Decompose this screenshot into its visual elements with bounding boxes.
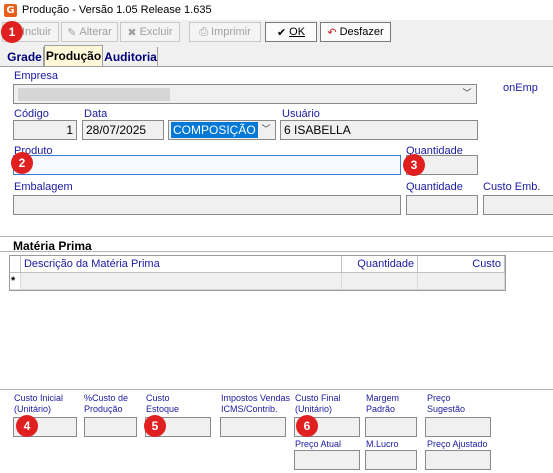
tab-auditoria[interactable]: Auditoria xyxy=(104,47,158,66)
section-divider xyxy=(0,251,553,252)
grid-header: Descrição da Matéria Prima Quantidade Cu… xyxy=(10,256,505,273)
margem-padrao-field[interactable] xyxy=(365,417,417,437)
tab-producao[interactable]: Produção xyxy=(44,45,103,66)
grid-indicator-header xyxy=(10,256,21,273)
printer-icon: ⎙ xyxy=(199,25,209,38)
empresa-value-redacted xyxy=(18,88,170,101)
m-lucro-field[interactable] xyxy=(365,450,417,470)
tipo-select[interactable]: COMPOSIÇÃO ﹀ xyxy=(168,120,276,140)
grid-header-custo[interactable]: Custo xyxy=(418,256,505,273)
tab-grade[interactable]: Grade xyxy=(6,47,44,66)
preco-sugestao-label: Preço Sugestão xyxy=(427,393,466,414)
excluir-label: Excluir xyxy=(139,26,173,38)
custo-estoque-label: Custo Estoque xyxy=(146,393,180,414)
check-icon: ✔ xyxy=(276,25,287,39)
annotation-marker-5: 5 xyxy=(144,415,166,437)
grid-cell-quantidade[interactable] xyxy=(342,273,419,290)
produto-field[interactable] xyxy=(13,155,401,175)
grid-header-quantidade[interactable]: Quantidade xyxy=(342,256,419,273)
section-divider xyxy=(0,389,553,390)
custo-emb-field[interactable] xyxy=(483,195,553,215)
ok-button[interactable]: ✔ OK xyxy=(265,22,317,42)
quantidade-embalagem-label: Quantidade xyxy=(406,181,463,193)
undo-icon: ↶ xyxy=(327,25,337,39)
impostos-field[interactable] xyxy=(220,417,286,437)
pct-custo-label: %Custo de Produção xyxy=(84,393,129,414)
custo-inicial-label: Custo Inicial (Unitário) xyxy=(14,393,64,414)
preco-sugestao-field[interactable] xyxy=(425,417,491,437)
excluir-button[interactable]: ✖ Excluir xyxy=(120,22,180,42)
data-field[interactable]: 28/07/2025 xyxy=(82,120,164,140)
new-row-indicator: * xyxy=(10,273,21,290)
quantidade-embalagem-field[interactable] xyxy=(406,195,478,215)
ok-label: OK xyxy=(289,26,306,38)
annotation-marker-3: 3 xyxy=(403,154,425,176)
preco-ajustado-label: Preço Ajustado xyxy=(427,439,488,449)
annotation-marker-1: 1 xyxy=(1,21,23,43)
grid-new-row[interactable]: * xyxy=(10,273,505,290)
m-lucro-label: M.Lucro xyxy=(366,439,399,449)
embalagem-field[interactable] xyxy=(13,195,401,215)
section-divider xyxy=(0,236,553,237)
grid-cell-custo[interactable] xyxy=(418,273,505,290)
annotation-marker-4: 4 xyxy=(16,415,38,437)
margem-padrao-label: Margem Padrão xyxy=(366,393,400,414)
delete-icon: ✖ xyxy=(127,25,137,39)
window-title: Produção - Versão 1.05 Release 1.635 xyxy=(22,4,212,16)
pct-custo-field[interactable] xyxy=(84,417,137,437)
app-logo-icon: G xyxy=(4,3,17,17)
embalagem-label: Embalagem xyxy=(14,181,73,193)
grid-cell-descricao[interactable] xyxy=(20,273,343,290)
custo-final-label: Custo Final (Unitário) xyxy=(295,393,341,414)
preco-atual-label: Preço Atual xyxy=(295,439,342,449)
annotation-marker-2: 2 xyxy=(11,152,33,174)
usuario-field[interactable]: 6 ISABELLA xyxy=(280,120,478,140)
tipo-selected-value: COMPOSIÇÃO xyxy=(171,122,258,138)
impostos-label: Impostos Vendas ICMS/Contrib. xyxy=(221,393,291,414)
chevron-down-icon: ﹀ xyxy=(261,125,271,135)
codigo-field[interactable]: 1 xyxy=(13,120,77,140)
empresa-label: Empresa xyxy=(14,70,59,82)
empresa-select[interactable]: ﹀ xyxy=(13,84,477,104)
tab-strip: Grade Produção Auditoria xyxy=(0,45,553,66)
title-bar: G Produção - Versão 1.05 Release 1.635 xyxy=(0,0,553,20)
desfazer-button[interactable]: ↶ Desfazer xyxy=(320,22,391,42)
codigo-label: Código xyxy=(14,108,49,120)
toolbar: + Incluir ✎ Alterar ✖ Excluir ⎙ Imprimir… xyxy=(0,20,553,44)
grid-header-descricao[interactable]: Descrição da Matéria Prima xyxy=(21,256,343,273)
imprimir-label: Imprimir xyxy=(211,26,251,38)
preco-ajustado-field[interactable] xyxy=(425,450,491,470)
usuario-label: Usuário xyxy=(282,108,320,120)
custo-emb-label: Custo Emb. xyxy=(483,181,541,193)
preco-atual-field[interactable] xyxy=(294,450,360,470)
alterar-button[interactable]: ✎ Alterar xyxy=(61,22,118,42)
alterar-label: Alterar xyxy=(79,26,112,38)
empresa-trailing-label: onEmp xyxy=(503,82,538,94)
imprimir-button[interactable]: ⎙ Imprimir xyxy=(189,22,261,42)
materia-prima-grid[interactable]: Descrição da Matéria Prima Quantidade Cu… xyxy=(9,255,506,291)
incluir-label: Incluir xyxy=(21,26,52,38)
edit-icon: ✎ xyxy=(67,25,77,39)
annotation-marker-6: 6 xyxy=(296,415,318,437)
desfazer-label: Desfazer xyxy=(339,26,384,38)
data-label: Data xyxy=(84,108,108,120)
chevron-down-icon: ﹀ xyxy=(462,89,472,99)
